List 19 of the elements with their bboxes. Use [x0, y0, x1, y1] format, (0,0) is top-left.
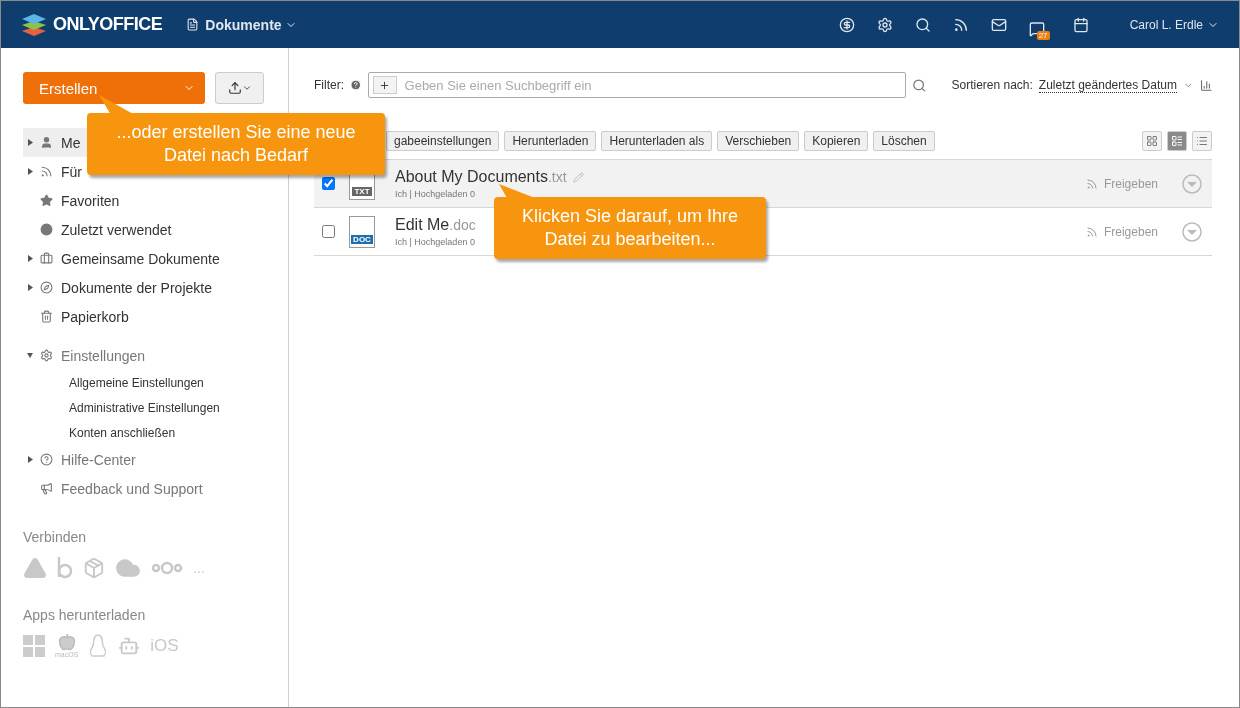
- filter-label: Filter:: [314, 78, 344, 92]
- sort-label: Sortieren nach:: [951, 78, 1033, 92]
- file-meta: Ich | Hochgeladen 0: [395, 237, 475, 247]
- section-title: Verbinden: [23, 529, 88, 545]
- sidebar-label: Me: [61, 134, 81, 151]
- sidebar-label: Einstellungen: [61, 347, 146, 364]
- sidebar-label: Gemeinsame Dokumente: [61, 250, 220, 267]
- sidebar-label: Dokumente der Projekte: [61, 279, 212, 296]
- section-title: Apps herunterladen: [23, 607, 147, 623]
- sidebar-label: Für: [61, 163, 82, 180]
- sidebar-label: Favoriten: [61, 192, 120, 209]
- logo-text: ONLYOFFICE: [53, 14, 163, 35]
- sidebar-label: Feedback und Support: [61, 480, 203, 497]
- notification-badge: 27: [1036, 30, 1050, 40]
- sidebar-label: Zuletzt verwendet: [61, 221, 172, 238]
- sidebar-label: Papierkorb: [61, 308, 129, 325]
- file-icon: DOC: [349, 215, 375, 248]
- file-meta: Ich | Hochgeladen 0: [395, 189, 475, 199]
- sidebar-label: Hilfe-Center: [61, 451, 136, 468]
